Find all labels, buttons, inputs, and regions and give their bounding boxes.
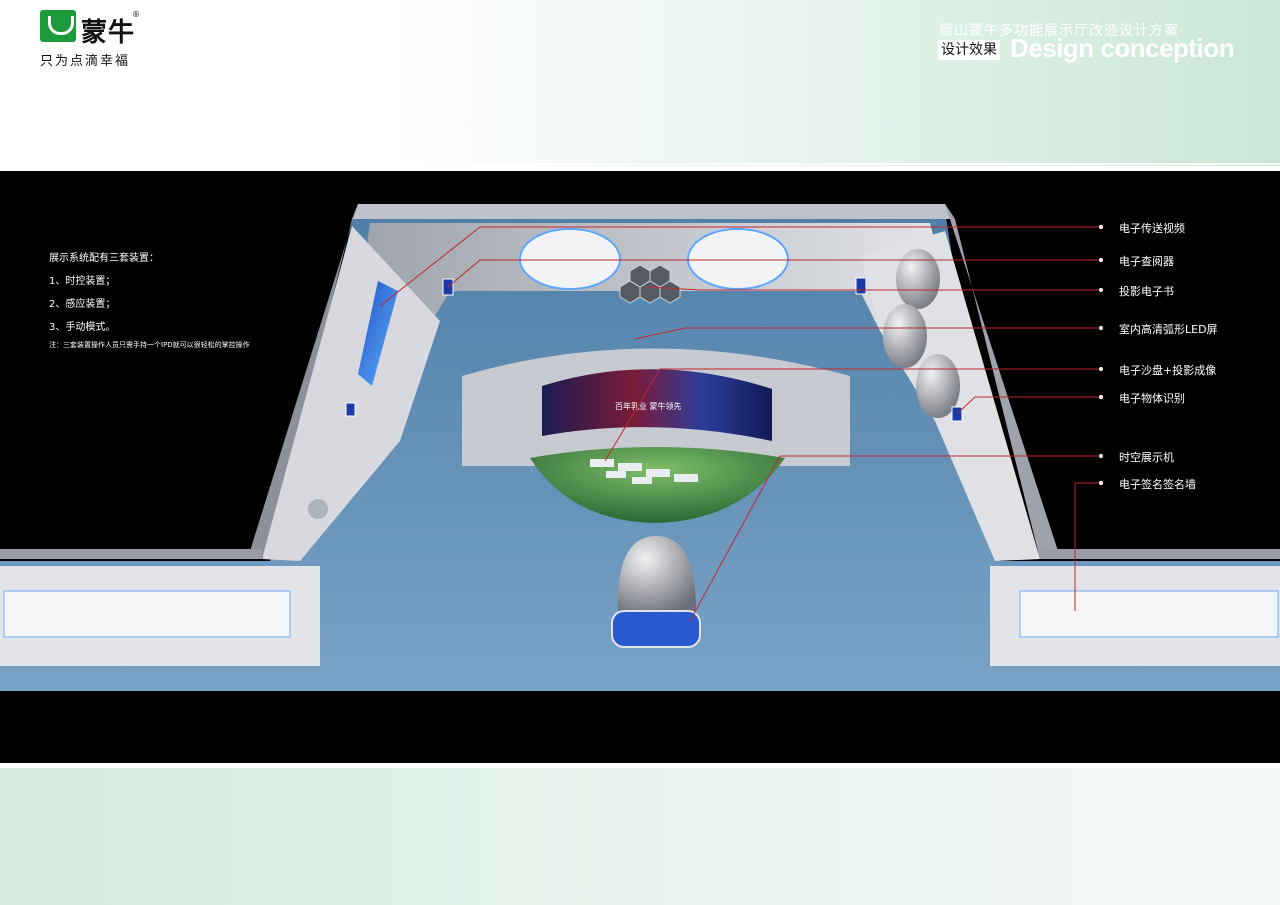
brand-logo: 蒙牛 ® 只为点滴幸福: [40, 10, 155, 70]
header-banner: 蒙牛 ® 只为点滴幸福 眉山蒙牛多功能展示厅改造设计方案 设计效果 Design…: [0, 0, 1280, 166]
callout-label-sand-table: 电子沙盘+投影成像: [1119, 364, 1217, 377]
arch-left: [519, 228, 621, 290]
brand-name: 蒙牛: [81, 18, 136, 48]
design-rendering: 百年乳业 蒙牛领先 展示系统配有三套装置： 1、时控装置； 2、感应装置； 3、…: [0, 171, 1280, 763]
notes-heading: 展示系统配有三套装置：: [49, 253, 159, 264]
callout-label-transmission-video: 电子传送视频: [1119, 222, 1185, 235]
callout-label-reader: 电子查阅器: [1119, 255, 1174, 268]
notes-footnote: 注：三套装置操作人员只需手持一个IPD就可以很轻松的掌控操作: [49, 341, 250, 349]
reader-kiosk-right: [855, 277, 867, 295]
system-notes: 展示系统配有三套装置： 1、时控装置； 2、感应装置； 3、手动模式。 注：三套…: [49, 247, 250, 351]
header-divider: [0, 163, 1280, 165]
time-space-display-base: [611, 610, 701, 648]
led-screen-text: 百年乳业 蒙牛领先: [615, 401, 682, 411]
callout-label-projection-ebook: 投影电子书: [1119, 285, 1174, 298]
notes-item-3: 3、手动模式。: [49, 322, 116, 333]
brand-slogan: 只为点滴幸福: [40, 54, 131, 69]
kiosk-left-lower: [345, 402, 356, 417]
egg-display-2: [883, 304, 927, 368]
right-showcase-top: [1019, 590, 1279, 638]
egg-display-1: [896, 249, 940, 309]
right-outer-wall: [1040, 549, 1280, 559]
footer-band: [0, 768, 1280, 905]
left-showcase-top: [3, 590, 291, 638]
arch-right: [687, 228, 789, 290]
notes-item-1: 1、时控装置；: [49, 276, 116, 287]
section-title-en: Design conception: [1010, 33, 1235, 63]
section-tag-cn: 设计效果: [938, 40, 1000, 60]
left-display-disc: [308, 499, 328, 519]
mengniu-logo-icon: [40, 10, 76, 42]
notes-item-2: 2、感应装置；: [49, 299, 116, 310]
callout-dots: [1099, 225, 1103, 485]
registered-mark: ®: [132, 10, 140, 19]
exhibition-hall-rendering: 百年乳业 蒙牛领先 展示系统配有三套装置： 1、时控装置； 2、感应装置； 3、…: [0, 204, 1280, 691]
object-recognition-kiosk: [951, 406, 963, 422]
left-outer-wall: [0, 549, 262, 559]
callout-label-signature-wall: 电子签名签名墙: [1119, 478, 1196, 491]
back-wall: [352, 204, 955, 219]
callout-label-led-screen: 室内高清弧形LED屏: [1119, 323, 1218, 336]
callout-label-time-space: 时空展示机: [1119, 451, 1174, 464]
callout-label-object-recognition: 电子物体识别: [1119, 392, 1185, 405]
